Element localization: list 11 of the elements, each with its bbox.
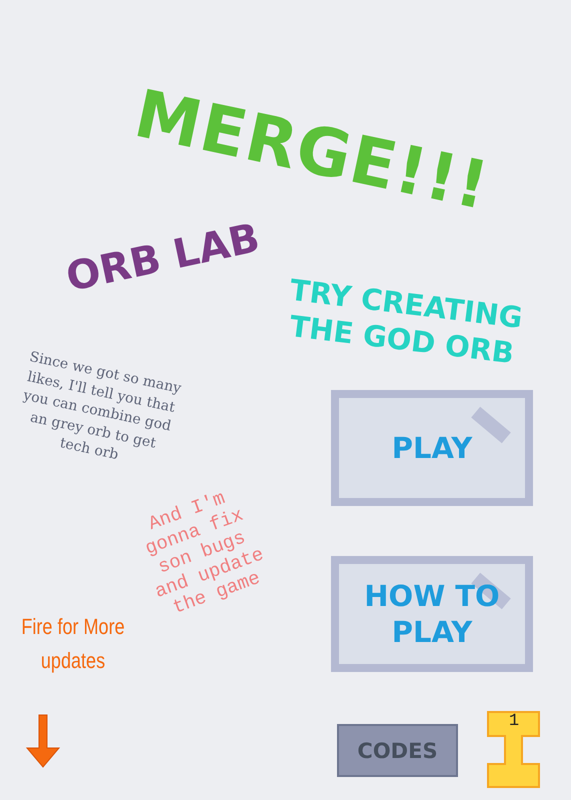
menu-button[interactable]: HOW TO PLAY bbox=[331, 556, 533, 672]
fire-note: Fire for More updates bbox=[21, 613, 125, 676]
tip-text: Since we got so many likes, I'll tell you that you can combine god an grey orb to get tech orb bbox=[20, 348, 183, 466]
menu-button[interactable]: PLAY bbox=[331, 390, 533, 506]
update-note: And I'm gonna fix son bugs and update the game bbox=[141, 486, 268, 622]
counter-text: 1 bbox=[508, 712, 520, 731]
codes-button[interactable]: CODES bbox=[337, 724, 458, 777]
down-arrow-icon bbox=[26, 714, 60, 768]
tagline: TRY CREATING THE GOD ORB bbox=[286, 272, 524, 372]
i-beam-icon bbox=[487, 711, 540, 788]
game-subtitle: ORB LAB bbox=[62, 215, 264, 301]
